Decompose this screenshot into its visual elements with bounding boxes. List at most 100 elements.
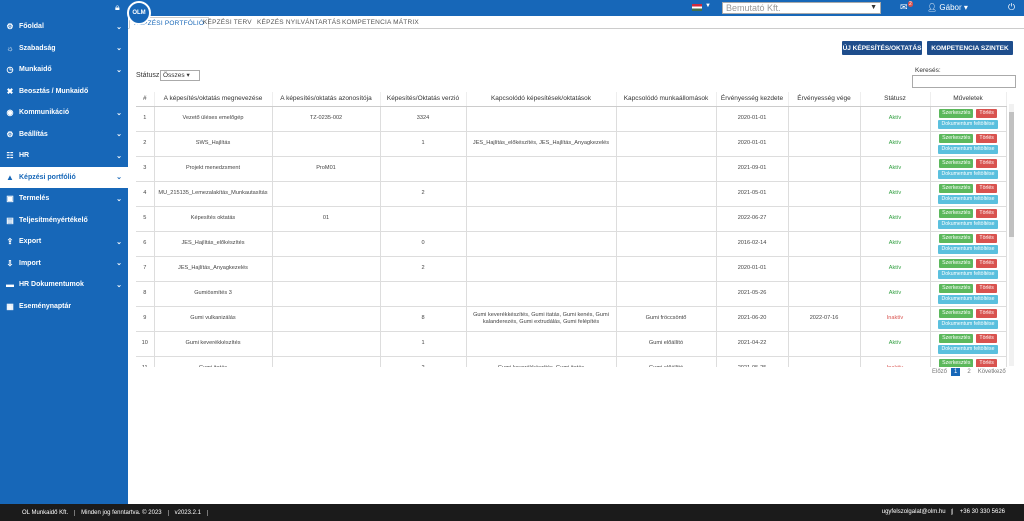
- edit-button[interactable]: Szerkesztés: [939, 258, 974, 268]
- edit-button[interactable]: Szerkesztés: [939, 283, 974, 293]
- company-select[interactable]: Bemutató Kft. ▼: [722, 2, 881, 14]
- edit-button[interactable]: Szerkesztés: [939, 158, 974, 168]
- upload-document-button[interactable]: Dokumentum feltöltése: [938, 294, 998, 304]
- tab-kepzesi-terv[interactable]: KÉPZÉSI TERV: [199, 17, 256, 29]
- chevron-down-icon: ⌄: [116, 195, 122, 203]
- sidebar-item-2[interactable]: ◷ Munkaidő ⌄: [0, 59, 128, 81]
- olm-logo[interactable]: OLM: [127, 1, 151, 25]
- delete-button[interactable]: Törlés: [976, 233, 997, 243]
- sidebar-item-label: Szabadság: [19, 44, 56, 52]
- upload-document-button[interactable]: Dokumentum feltöltése: [938, 219, 998, 229]
- upload-document-button[interactable]: Dokumentum feltöltése: [938, 269, 998, 279]
- sidebar-item-0[interactable]: ⚙ Főoldal ⌄: [0, 16, 128, 38]
- edit-button[interactable]: Szerkesztés: [939, 108, 974, 118]
- column-header[interactable]: Érvényesség vége: [788, 92, 861, 107]
- language-flag-icon[interactable]: [692, 4, 702, 11]
- upload-document-button[interactable]: Dokumentum feltöltése: [938, 244, 998, 254]
- status-filter-label: Státusz: [136, 72, 160, 79]
- table-cell: [466, 156, 617, 182]
- column-header[interactable]: Kapcsolódó képesítések/oktatások: [466, 92, 617, 107]
- upload-document-button[interactable]: Dokumentum feltöltése: [938, 169, 998, 179]
- sidebar-item-10[interactable]: ⇪ Export ⌄: [0, 231, 128, 253]
- sidebar-item-13[interactable]: ▦ Eseménynaptár: [0, 296, 128, 318]
- sidebar-item-6[interactable]: ☷ HR ⌄: [0, 145, 128, 167]
- edit-button[interactable]: Szerkesztés: [939, 183, 974, 193]
- edit-button[interactable]: Szerkesztés: [939, 233, 974, 243]
- footer-email[interactable]: ugyfelszolgalat@olm.hu: [876, 509, 952, 515]
- edit-button[interactable]: Szerkesztés: [939, 208, 974, 218]
- actions-cell: SzerkesztésTörlésDokumentum feltöltése: [930, 281, 1007, 307]
- tab-kepzes-nyilvantartas[interactable]: KÉPZÉS NYILVÁNTARTÁS: [253, 17, 345, 29]
- delete-button[interactable]: Törlés: [976, 183, 997, 193]
- edit-button[interactable]: Szerkesztés: [939, 133, 974, 143]
- logout-icon[interactable]: ⏻: [1008, 2, 1015, 13]
- table-cell: Gumi keverékkészítés, Gumi itatás, Gumi …: [466, 306, 617, 332]
- lock-icon[interactable]: 🔒︎: [115, 2, 120, 13]
- chevron-down-icon[interactable]: ▼: [705, 3, 711, 9]
- user-menu[interactable]: 👤︎ Gábor ▾: [927, 3, 968, 12]
- competence-levels-button[interactable]: KOMPETENCIA SZINTEK: [927, 41, 1013, 55]
- tab-bar: KÉPZÉSI PORTFÓLIÓ KÉPZÉSI TERV KÉPZÉS NY…: [128, 16, 1024, 29]
- upload-document-button[interactable]: Dokumentum feltöltése: [938, 119, 998, 129]
- delete-button[interactable]: Törlés: [976, 258, 997, 268]
- delete-button[interactable]: Törlés: [976, 308, 997, 318]
- table-cell: Képesítés oktatás: [154, 206, 273, 232]
- sidebar-item-11[interactable]: ⇩ Import ⌄: [0, 253, 128, 275]
- sidebar-item-7[interactable]: ▲ Képzési portfólió ⌄: [0, 166, 128, 188]
- delete-button[interactable]: Törlés: [976, 283, 997, 293]
- page-2-button[interactable]: 2: [964, 368, 973, 376]
- column-header[interactable]: #: [136, 92, 155, 107]
- column-header[interactable]: Érvényesség kezdete: [716, 92, 789, 107]
- delete-button[interactable]: Törlés: [976, 333, 997, 343]
- sidebar-item-1[interactable]: ☼ Szabadság ⌄: [0, 38, 128, 60]
- delete-button[interactable]: Törlés: [976, 208, 997, 218]
- table-cell: Gumi előállító: [616, 356, 717, 367]
- scrollbar-thumb[interactable]: [1009, 112, 1014, 237]
- qualification-table: # A képesítés/oktatás megnevezése A képesí…: [136, 92, 1009, 367]
- column-header[interactable]: A képesítés/oktatás azonosítója: [272, 92, 381, 107]
- sidebar-item-9[interactable]: ▤ Teljesítményértékelő: [0, 210, 128, 232]
- edit-button[interactable]: Szerkesztés: [939, 333, 974, 343]
- upload-document-button[interactable]: Dokumentum feltöltése: [938, 144, 998, 154]
- sidebar-item-12[interactable]: ▬ HR Dokumentumok ⌄: [0, 274, 128, 296]
- edit-button[interactable]: Szerkesztés: [939, 358, 974, 367]
- upload-document-button[interactable]: Dokumentum feltöltése: [938, 344, 998, 354]
- table-cell: 2020-01-01: [716, 106, 789, 132]
- tab-kompetencia-matrix[interactable]: KOMPETENCIA MÁTRIX: [338, 17, 423, 29]
- footer-company: OL Munkaidő Kft.: [0, 509, 76, 516]
- column-header[interactable]: Státusz: [860, 92, 931, 107]
- delete-button[interactable]: Törlés: [976, 358, 997, 367]
- sidebar-item-4[interactable]: ◉ Kommunikáció ⌄: [0, 102, 128, 124]
- sidebar-item-3[interactable]: ✖ Beosztás / Munkaidő: [0, 81, 128, 103]
- table-row: 10 Gumi keverékkészítés 1 Gumi előállító 202…: [136, 331, 1007, 357]
- column-header[interactable]: A képesítés/oktatás megnevezése: [154, 92, 273, 107]
- table-cell: 2016-02-14: [716, 231, 789, 257]
- delete-button[interactable]: Törlés: [976, 133, 997, 143]
- status-filter-select[interactable]: Összes ▾: [160, 70, 200, 81]
- table-cell: [788, 356, 861, 367]
- table-cell: [788, 231, 861, 257]
- new-qualification-button[interactable]: ÚJ KÉPESÍTÉS/OKTATÁS: [842, 41, 922, 55]
- table-cell: [466, 106, 617, 132]
- sidebar-item-8[interactable]: ▣ Termelés ⌄: [0, 188, 128, 210]
- people-icon: ☷: [6, 151, 14, 161]
- search-input[interactable]: [912, 75, 1016, 88]
- actions-cell: SzerkesztésTörlésDokumentum feltöltése: [930, 256, 1007, 282]
- prev-page-button[interactable]: Előző: [932, 369, 947, 375]
- table-row: 8 Gumiösmítés 3 2021-05-26 Aktív Szerkesztés…: [136, 281, 1007, 307]
- actions-cell: SzerkesztésTörlésDokumentum feltöltése: [930, 306, 1007, 332]
- edit-button[interactable]: Szerkesztés: [939, 308, 974, 318]
- delete-button[interactable]: Törlés: [976, 158, 997, 168]
- column-header[interactable]: Kapcsolódó munkaállomások: [616, 92, 717, 107]
- next-page-button[interactable]: Következő: [978, 369, 1006, 375]
- mail-icon[interactable]: ✉: [900, 2, 908, 13]
- upload-document-button[interactable]: Dokumentum feltöltése: [938, 194, 998, 204]
- sidebar-item-5[interactable]: ⚙ Beállítás ⌄: [0, 124, 128, 146]
- table-cell: [788, 156, 861, 182]
- table-cell: [272, 131, 381, 157]
- delete-button[interactable]: Törlés: [976, 108, 997, 118]
- page-1-button[interactable]: 1: [951, 368, 961, 376]
- column-header[interactable]: Műveletek: [930, 92, 1007, 107]
- upload-document-button[interactable]: Dokumentum feltöltése: [938, 319, 998, 329]
- column-header[interactable]: Képesítés/Oktatás verzió: [380, 92, 467, 107]
